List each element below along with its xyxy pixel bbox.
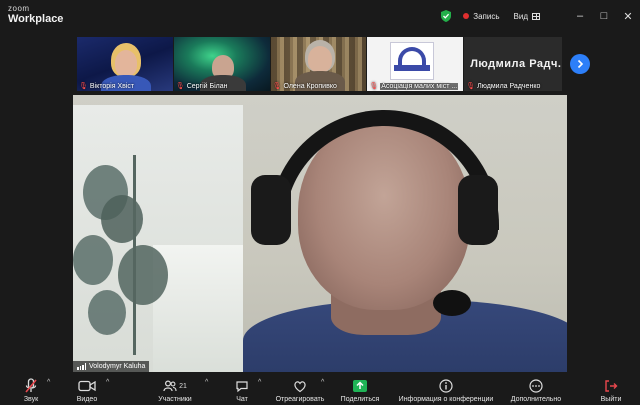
meeting-info-button[interactable]: Информация о конференции [394, 373, 498, 405]
meeting-info-label: Информация о конференции [398, 396, 494, 403]
chat-options-caret[interactable]: ^ [258, 379, 261, 386]
brand-workplace: Workplace [8, 13, 64, 25]
participant-name: Сергій Білан [186, 82, 228, 90]
chat-label: Чат [236, 396, 248, 403]
meeting-toolbar: Звук ^ Видео ^ 21 Участники ^ Чат ^ Отре… [0, 373, 640, 405]
record-label: Запись [473, 11, 500, 21]
next-page-button[interactable] [570, 54, 590, 74]
muted-mic-icon: 🎙 [79, 83, 88, 90]
react-options-caret[interactable]: ^ [321, 379, 324, 386]
participant-tile[interactable]: Людмила Радч... 🎙 Людмила Радченко [464, 37, 562, 91]
participant-big-name: Людмила Радч... [470, 58, 562, 70]
plant-leaf [118, 245, 168, 305]
association-logo [390, 42, 435, 80]
muted-mic-icon: 🎙 [466, 83, 476, 90]
chat-icon [236, 380, 248, 392]
camera-icon [78, 380, 96, 392]
headset-mic [433, 290, 471, 316]
shield-icon[interactable] [439, 9, 453, 23]
participant-tile[interactable]: 🎙 Вікторія Хвіст [77, 37, 173, 91]
participant-name: Асоціація малих міст ... [380, 82, 459, 90]
video-options-caret[interactable]: ^ [106, 379, 109, 386]
video-label: Видео [76, 396, 98, 403]
people-icon [163, 380, 177, 392]
brand-zoom: zoom [8, 4, 30, 13]
plant-leaf [73, 235, 113, 285]
view-label: Вид [513, 11, 528, 21]
participant-strip: 🎙 Вікторія Хвіст 🎙 Сергій Білан 🎙 Олена Кро… [77, 37, 562, 91]
microphone-muted-icon [25, 378, 37, 393]
view-button[interactable]: Вид [514, 12, 540, 21]
muted-mic-icon: 🎙 [175, 83, 185, 90]
participant-tile[interactable]: 🎙 Асоціація малих міст ... [367, 37, 464, 91]
info-icon [439, 379, 453, 393]
close-button[interactable]: ✕ [616, 0, 640, 32]
headphone-cup-right [458, 175, 498, 245]
participants-options-caret[interactable]: ^ [205, 379, 208, 386]
leave-button[interactable]: Выйти [598, 373, 624, 405]
participant-name: Людмила Радченко [477, 82, 541, 90]
title-bar: zoom Workplace Запись Вид – □ ✕ [0, 0, 640, 32]
leave-icon [605, 380, 618, 392]
plant-stem [133, 155, 136, 355]
share-screen-icon [353, 380, 367, 392]
leave-label: Выйти [600, 396, 622, 403]
signal-bars-icon [77, 363, 86, 370]
chat-button[interactable]: Чат [231, 373, 253, 405]
record-dot-icon [463, 13, 470, 19]
more-button[interactable]: Дополнительно [506, 373, 566, 405]
heart-icon [294, 380, 306, 392]
participant-tile[interactable]: 🎙 Сергій Білан [173, 37, 270, 91]
recording-indicator[interactable]: Запись [463, 11, 500, 21]
react-label: Отреагировать [275, 396, 325, 403]
plant-leaf [101, 195, 143, 243]
audio-button[interactable]: Звук [18, 373, 44, 405]
participants-label: Участники [158, 396, 192, 403]
audio-options-caret[interactable]: ^ [47, 379, 50, 386]
audio-label: Звук [23, 396, 39, 403]
participant-face [307, 46, 332, 72]
speaker-name-tag: Volodymyr Kaluha [73, 361, 150, 372]
headphone-cup-left [251, 175, 291, 245]
plant-leaf [88, 290, 126, 335]
participant-name: Вікторія Хвіст [89, 82, 135, 90]
more-icon [529, 379, 543, 393]
share-label: Поделиться [340, 396, 380, 403]
participants-count: 21 [179, 382, 187, 390]
share-button[interactable]: Поделиться [340, 373, 380, 405]
participant-tile[interactable]: 🎙 Олена Кропивко [270, 37, 367, 91]
video-button[interactable]: Видео [74, 373, 100, 405]
participant-name: Олена Кропивко [283, 82, 337, 90]
main-video[interactable]: Volodymyr Kaluha [73, 95, 567, 372]
chevron-right-icon [577, 59, 584, 69]
muted-mic-icon: 🎙 [369, 83, 379, 90]
zoom-logo: zoom Workplace [8, 5, 63, 25]
participant-face [115, 50, 137, 76]
muted-mic-icon: 🎙 [272, 83, 282, 90]
minimize-button[interactable]: – [568, 0, 592, 32]
grid-icon [532, 12, 540, 20]
react-button[interactable]: Отреагировать [272, 373, 328, 405]
speaker-name: Volodymyr Kaluha [89, 363, 146, 370]
participants-button[interactable]: 21 Участники [155, 373, 195, 405]
more-label: Дополнительно [510, 396, 562, 403]
maximize-button[interactable]: □ [592, 0, 616, 32]
